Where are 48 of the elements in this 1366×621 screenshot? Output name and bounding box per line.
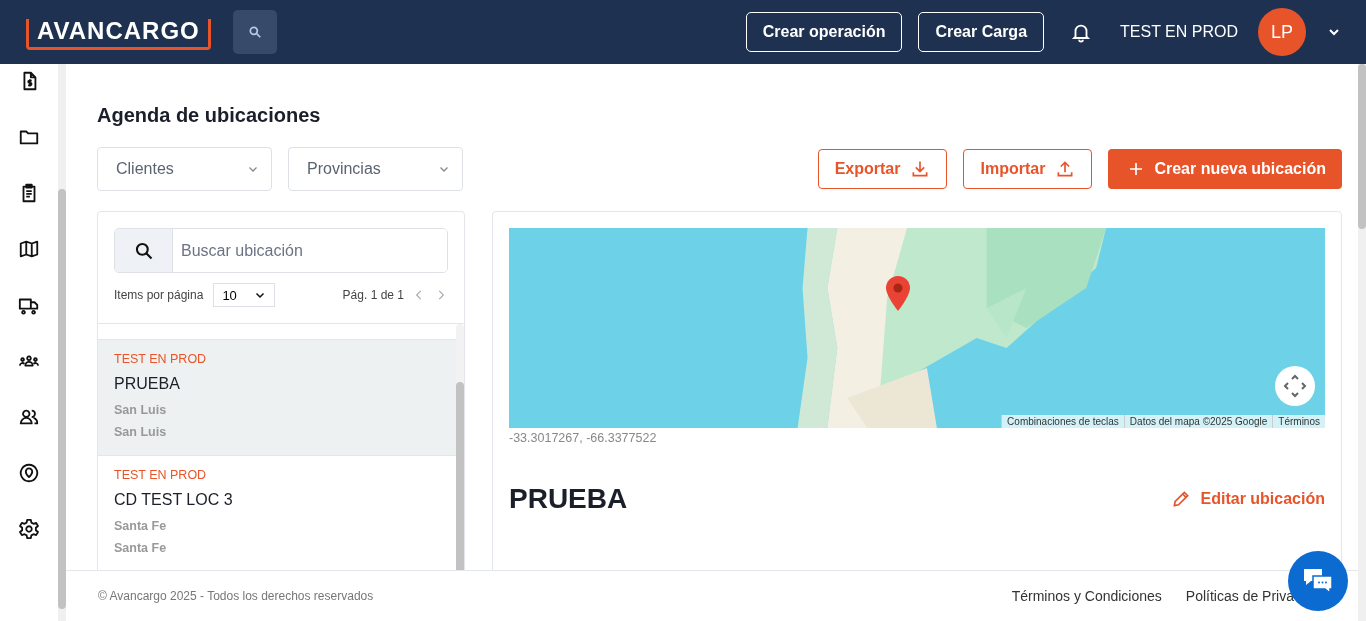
footer-link[interactable]: Políticas de Priva [1185, 588, 1294, 604]
map-pin-icon[interactable] [885, 276, 911, 312]
edit-location-link[interactable]: Editar ubicación [1170, 489, 1325, 509]
search-field[interactable]: Buscar ubicación [114, 228, 448, 273]
location-icon[interactable] [18, 462, 40, 484]
items-per-page-dropdown[interactable]: 10 [213, 283, 276, 307]
search-icon [247, 25, 262, 39]
search-button[interactable] [232, 10, 277, 54]
location-name: PRUEBA [114, 375, 181, 393]
plus-icon [1128, 161, 1145, 177]
header-button[interactable]: Crear Carga [918, 12, 1045, 52]
copyright-text: © Avancargo 2025 - Todos los derechos reservados [98, 589, 374, 603]
page-info: Pág. 1 de 1 [342, 288, 404, 302]
pencil-icon [1170, 489, 1191, 509]
location-title: PRUEBA [509, 483, 628, 515]
client-name: TEST EN PROD [114, 468, 208, 482]
export-button[interactable]: Exportar [817, 149, 948, 189]
client-name: TEST EN PROD [114, 352, 208, 366]
logo[interactable]: AVANCARGO [26, 18, 211, 50]
scrollbar-thumb[interactable] [1358, 64, 1366, 229]
search-icon [133, 240, 154, 261]
location-province: Santa Fe [114, 541, 168, 555]
import-button[interactable]: Importar [963, 149, 1093, 189]
upload-icon [1055, 159, 1076, 179]
filter-dropdown[interactable]: Clientes [97, 147, 272, 191]
settings-icon[interactable] [18, 518, 40, 540]
filter-dropdown[interactable]: Provincias [288, 147, 463, 191]
download-icon [910, 159, 931, 179]
page-title: Agenda de ubicaciones [97, 104, 322, 127]
map-icon[interactable] [18, 238, 40, 260]
location-city: San Luis [114, 403, 168, 417]
location-province: San Luis [114, 425, 168, 439]
header-button[interactable]: Crear operación [745, 12, 903, 52]
user-avatar[interactable]: LP [1258, 8, 1306, 56]
pan-arrows-icon [1283, 374, 1307, 398]
footer-link[interactable]: Términos y Condiciones [1011, 588, 1162, 604]
location-city: Santa Fe [114, 519, 168, 533]
items-per-page-label: Items por página [114, 288, 204, 302]
scrollbar-thumb[interactable] [456, 382, 464, 570]
location-name: CD TEST LOC 3 [114, 491, 234, 509]
map-attribution-link[interactable]: Datos del mapa ©2025 Google [1123, 415, 1273, 428]
map-attribution-link[interactable]: Términos [1272, 415, 1325, 428]
create-button[interactable]: Crear nueva ubicación [1108, 149, 1342, 189]
scrollbar-thumb[interactable] [58, 189, 66, 609]
coordinates: -33.3017267, -66.3377522 [509, 431, 658, 445]
user-name: TEST EN PROD [1120, 23, 1238, 41]
map-attribution-link[interactable]: Combinaciones de teclas [1001, 415, 1124, 428]
location-item[interactable]: TEST EN PROD PRUEBA San Luis San Luis [98, 340, 456, 456]
